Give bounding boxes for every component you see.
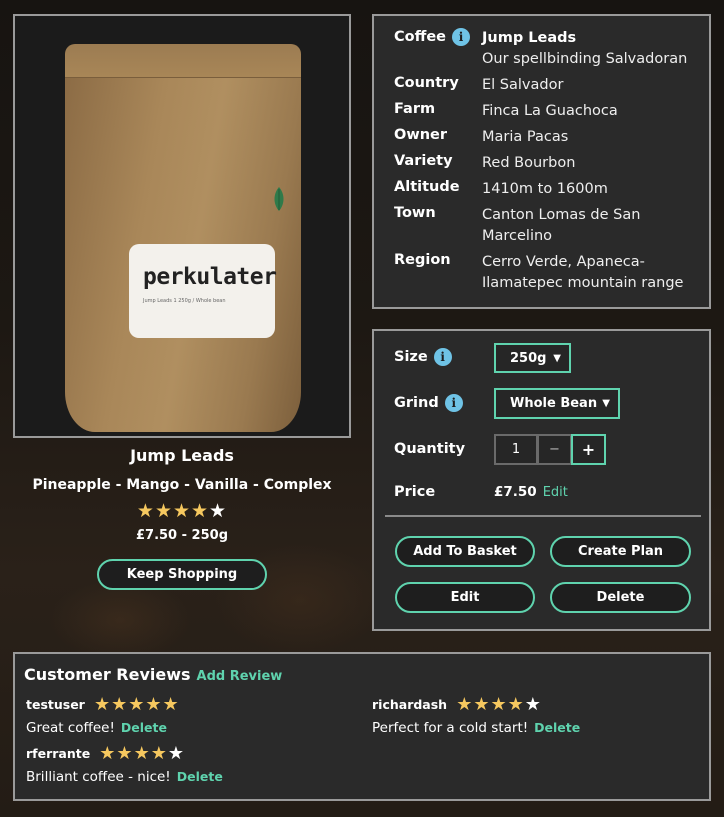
review-username: richardash [372, 697, 448, 712]
delete-button[interactable]: Delete [550, 582, 691, 613]
star-empty-icon: ★ [209, 500, 228, 522]
review-item: testuser ★★★★★ Great coffee! Delete [26, 694, 180, 736]
grind-select[interactable]: Whole Bean ▼ [494, 388, 620, 419]
tasting-notes: Pineapple - Mango - Vanilla - Complex [32, 477, 332, 493]
review-text: Brilliant coffee - nice! [26, 769, 171, 785]
detail-value: 1410m to 1600m [482, 181, 608, 197]
detail-label: Country [394, 75, 459, 91]
detail-value: Canton Lomas de San Marcelino [482, 207, 641, 244]
review-delete-link[interactable]: Delete [121, 720, 167, 735]
quantity-decrement-button[interactable]: − [537, 434, 572, 465]
review-text: Perfect for a cold start! [372, 720, 529, 736]
star-empty-icon: ★ [167, 743, 185, 764]
price-value: £7.50 [494, 484, 537, 500]
reviews-heading: Customer Reviews Add Review [24, 665, 282, 684]
chevron-down-icon: ▼ [553, 352, 561, 364]
product-rating: ★★★★★ [13, 500, 351, 522]
detail-label: Altitude [394, 179, 460, 195]
review-delete-link[interactable]: Delete [534, 720, 580, 735]
star-filled-icons: ★★★★ [456, 694, 525, 715]
divider [385, 515, 701, 517]
size-label: Size i [394, 348, 452, 366]
customer-reviews-panel: Customer Reviews Add Review testuser ★★★★… [13, 652, 711, 801]
detail-label: Owner [394, 127, 448, 143]
review-username: rferrante [26, 746, 91, 761]
product-image-panel: perkulater Jump Leads 1 250g / Whole bea… [13, 14, 351, 438]
edit-button[interactable]: Edit [395, 582, 535, 613]
bag-seal [65, 44, 301, 78]
star-filled-icons: ★★★★★ [93, 694, 180, 715]
detail-label: Farm [394, 101, 436, 117]
review-rating: ★★★★★ [99, 743, 185, 764]
detail-value: Maria Pacas [482, 129, 569, 145]
detail-value: Red Bourbon [482, 155, 576, 171]
quantity-input[interactable]: 1 [494, 434, 538, 465]
add-to-basket-button[interactable]: Add To Basket [395, 536, 535, 567]
review-item: rferrante ★★★★★ Brilliant coffee - nice!… [26, 743, 223, 785]
bag-label: perkulater Jump Leads 1 250g / Whole bea… [129, 244, 277, 338]
grind-label: Grind i [394, 394, 463, 412]
star-empty-icon: ★ [524, 694, 542, 715]
detail-value: El Salvador [482, 77, 564, 93]
reviews-title: Customer Reviews [24, 665, 191, 684]
detail-value: Cerro Verde, Apaneca-Ilamatepec mountain… [482, 254, 684, 291]
bag-brand: perkulater [143, 264, 277, 290]
price-edit-link[interactable]: Edit [543, 485, 568, 500]
info-icon[interactable]: i [452, 28, 471, 46]
review-rating: ★★★★★ [456, 694, 542, 715]
detail-value: Jump Leads [482, 30, 577, 46]
star-filled-icons: ★★★★ [136, 500, 210, 522]
product-title: Jump Leads [130, 446, 234, 465]
review-username: testuser [26, 697, 85, 712]
price-label: Price [394, 484, 436, 500]
product-price-size: £7.50 - 250g [135, 528, 228, 543]
star-filled-icons: ★★★★ [99, 743, 168, 764]
review-rating: ★★★★★ [94, 694, 180, 715]
review-text: Great coffee! [26, 720, 115, 736]
detail-subvalue: Our spellbinding Salvadoran [482, 51, 688, 67]
coffee-bag-image: perkulater Jump Leads 1 250g / Whole bea… [65, 44, 301, 432]
info-icon[interactable]: i [433, 348, 452, 366]
detail-label: Variety [394, 153, 453, 169]
size-selected-value: 250g [510, 350, 547, 366]
purchase-options-panel: Size i 250g ▼ Grind i Whole Bean ▼ Quantit… [372, 329, 711, 631]
review-item: richardash ★★★★★ Perfect for a cold star… [372, 694, 580, 736]
detail-label: Coffee [394, 29, 447, 45]
price-value-group: £7.50 Edit [494, 484, 568, 500]
leaf-icon [274, 187, 284, 211]
quantity-label: Quantity [394, 441, 466, 457]
size-select[interactable]: 250g ▼ [494, 343, 571, 373]
quantity-increment-button[interactable]: + [571, 434, 606, 465]
bag-fine-print: Jump Leads 1 250g / Whole bean [143, 298, 226, 304]
detail-label: Region [394, 252, 451, 268]
review-delete-link[interactable]: Delete [177, 769, 223, 784]
chevron-down-icon: ▼ [602, 398, 610, 409]
add-review-link[interactable]: Add Review [197, 669, 283, 684]
keep-shopping-button[interactable]: Keep Shopping [97, 559, 267, 590]
create-plan-button[interactable]: Create Plan [550, 536, 691, 567]
grind-selected-value: Whole Bean [510, 396, 598, 411]
detail-label: Town [394, 205, 436, 221]
info-icon[interactable]: i [444, 394, 463, 412]
detail-value: Finca La Guachoca [482, 103, 618, 119]
coffee-details-panel: Coffee i Jump Leads Our spellbinding Salv… [372, 14, 711, 309]
